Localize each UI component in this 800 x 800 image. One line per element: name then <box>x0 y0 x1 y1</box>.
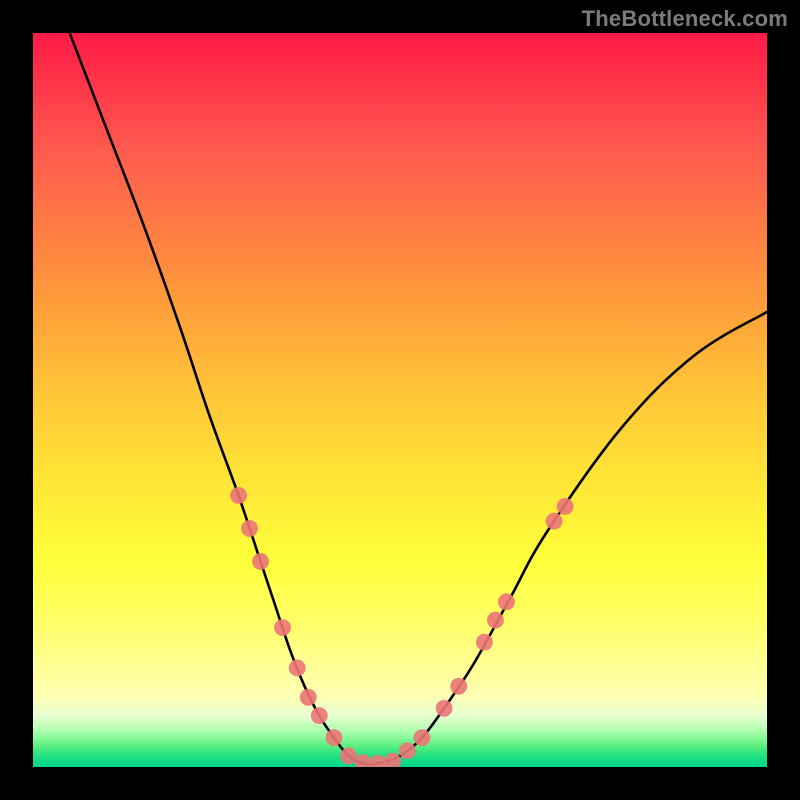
chart-frame: TheBottleneck.com <box>0 0 800 800</box>
plot-background <box>33 33 767 767</box>
watermark-text: TheBottleneck.com <box>582 6 788 32</box>
